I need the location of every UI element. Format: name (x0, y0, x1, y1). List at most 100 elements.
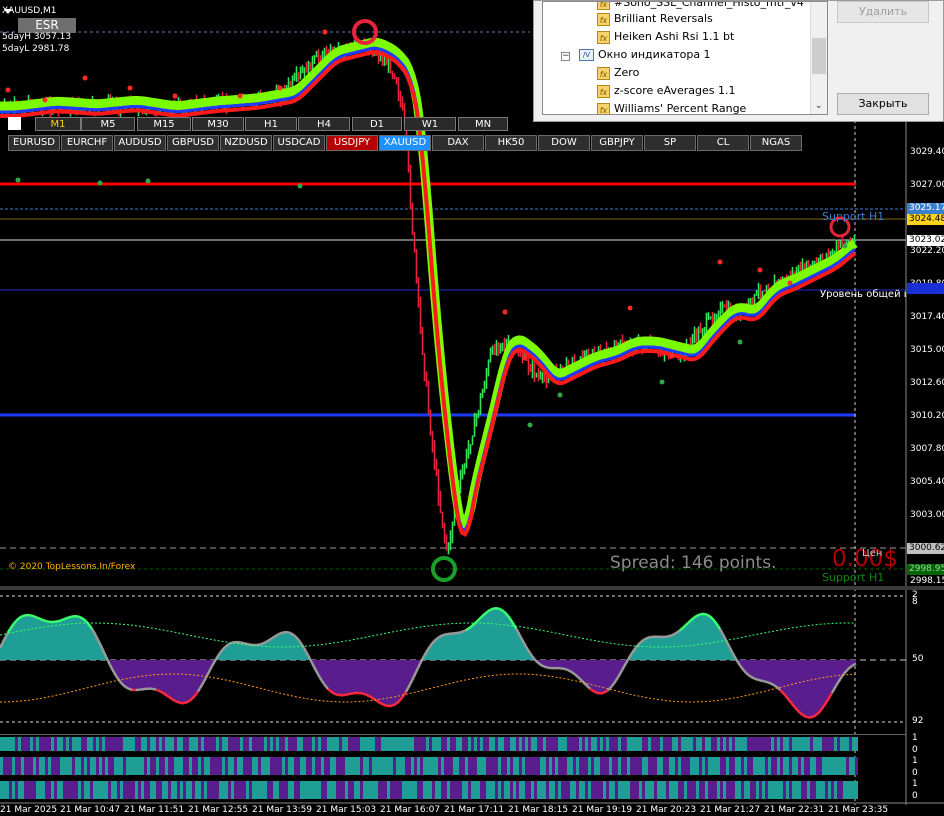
oscillator-line (87, 622, 91, 627)
histogram-bar (99, 757, 102, 775)
close-button[interactable]: Закрыть (837, 93, 929, 115)
panel-toggle-box[interactable] (8, 117, 21, 130)
histogram-bar (216, 757, 219, 775)
histogram-bar (417, 757, 420, 775)
histogram-bar (732, 781, 735, 799)
indicator-tree[interactable]: fx #Sono_SSL_Channel_Histo_mtf_v4 fx Brilli… (542, 1, 828, 115)
symbol-button-eurchf[interactable]: EURCHF (61, 135, 113, 151)
histogram-bar (498, 737, 501, 751)
symbol-button-sp[interactable]: SP (644, 135, 696, 151)
chevron-down-icon[interactable]: ⌄ (815, 101, 823, 111)
oscillator-line (753, 677, 757, 681)
timeframe-h4[interactable]: H4 (298, 117, 350, 131)
oscillator-line (441, 633, 445, 637)
oscillator-line (404, 687, 410, 693)
symbol-button-cl[interactable]: CL (697, 135, 749, 151)
esr-button[interactable]: ESR (18, 18, 76, 33)
oscillator-line (110, 668, 116, 674)
tree-item[interactable]: fx Williams' Percent Range (597, 102, 746, 114)
histogram-bar (120, 737, 123, 751)
histogram-bar (738, 737, 741, 751)
timeframe-m30[interactable]: M30 (192, 117, 244, 131)
oscillator-line (173, 699, 177, 703)
symbol-button-usdjpy[interactable]: USDJPY (326, 135, 378, 151)
histogram-bar (267, 737, 270, 751)
red-reversal-dot (82, 75, 88, 81)
tree-scrollbar[interactable]: ⌄ (810, 2, 827, 114)
scrollbar-thumb[interactable] (812, 38, 826, 74)
delete-button[interactable]: Удалить (837, 1, 929, 23)
price-tick: 2998.15 (910, 576, 944, 586)
histogram-bar (291, 737, 294, 751)
oscillator-line (383, 703, 387, 707)
tree-item[interactable]: fx Zero (597, 66, 639, 80)
histogram-bar (798, 757, 801, 775)
histogram-bar (498, 757, 501, 775)
histogram-bar (45, 781, 48, 799)
tree-item[interactable]: fx Heiken Ashi Rsi 1.1 bt (597, 30, 734, 44)
histogram-bar (195, 757, 198, 775)
timeframe-m15[interactable]: M15 (137, 117, 191, 131)
histogram-bar (381, 737, 384, 751)
oscillator-line (628, 652, 634, 657)
symbol-button-dow[interactable]: DOW (538, 135, 590, 151)
oscillator-tick: 50 (912, 654, 924, 664)
histogram-bar (24, 757, 27, 775)
histogram-bar (543, 737, 546, 751)
symbol-button-audusd[interactable]: AUDUSD (114, 135, 166, 151)
histogram-bar (690, 757, 693, 775)
symbol-button-gbpjpy[interactable]: GBPJPY (591, 135, 643, 151)
oscillator-line (435, 636, 439, 641)
histogram-bar (237, 781, 240, 799)
timeframe-m5[interactable]: M5 (81, 117, 135, 131)
symbol-button-dax[interactable]: DAX (432, 135, 484, 151)
histogram-bar (354, 757, 357, 775)
oscillator-line (200, 680, 206, 686)
symbol-button-nzdusd[interactable]: NZDUSD (220, 135, 272, 151)
histogram-bar (825, 737, 828, 751)
histogram-bar (789, 781, 792, 799)
timeframe-m1[interactable]: M1 (35, 117, 81, 131)
histogram-bar (129, 781, 132, 799)
oscillator-line (785, 695, 789, 700)
histogram-bar (27, 757, 30, 775)
histogram-bar (633, 737, 636, 751)
histogram-bar (390, 757, 393, 775)
tree-item[interactable]: fx #Sono_SSL_Channel_Histo_mtf_v4 (597, 2, 804, 10)
histogram-bar (21, 757, 24, 775)
oscillator-line (477, 617, 481, 622)
histogram-bar (57, 781, 60, 799)
symbol-button-usdcad[interactable]: USDCAD (273, 135, 325, 151)
histogram-bar (324, 781, 327, 799)
symbol-button-ngas[interactable]: NGAS (750, 135, 802, 151)
minus-box-icon[interactable]: − (561, 52, 570, 61)
symbol-button-xauusd[interactable]: XAUUSD (379, 135, 431, 151)
chart-dropdown-icon[interactable] (4, 9, 12, 14)
tree-item[interactable]: /V Окно индикатора 1 (579, 48, 711, 61)
time-label: 21 Mar 20:23 (636, 805, 697, 815)
histogram-bar (822, 757, 825, 775)
histogram-bar (621, 781, 624, 799)
indicator-fx-icon: fx (597, 12, 610, 26)
timeframe-h1[interactable]: H1 (245, 117, 297, 131)
histogram-bar (264, 757, 267, 775)
histogram-bar (606, 757, 609, 775)
histogram-bar (771, 737, 774, 751)
histogram-bar (78, 781, 81, 799)
histogram-bar (465, 781, 468, 799)
histogram-bar (603, 781, 606, 799)
histogram-bar (753, 757, 756, 775)
tree-item[interactable]: fx Brilliant Reversals (597, 12, 713, 26)
histogram-bar (504, 737, 507, 751)
histogram-bar (54, 737, 57, 751)
symbol-button-eurusd[interactable]: EURUSD (8, 135, 60, 151)
pane-separator[interactable] (0, 586, 944, 590)
histogram-bar (438, 737, 441, 751)
tree-item[interactable]: fx z-score eAverages 1.1 (597, 84, 735, 98)
timeframe-w1[interactable]: W1 (404, 117, 456, 131)
symbol-button-hk50[interactable]: HK50 (485, 135, 537, 151)
timeframe-mn[interactable]: MN (458, 117, 508, 131)
symbol-button-gbpusd[interactable]: GBPUSD (167, 135, 219, 151)
timeframe-d1[interactable]: D1 (352, 117, 402, 131)
oscillator-line (535, 659, 539, 664)
